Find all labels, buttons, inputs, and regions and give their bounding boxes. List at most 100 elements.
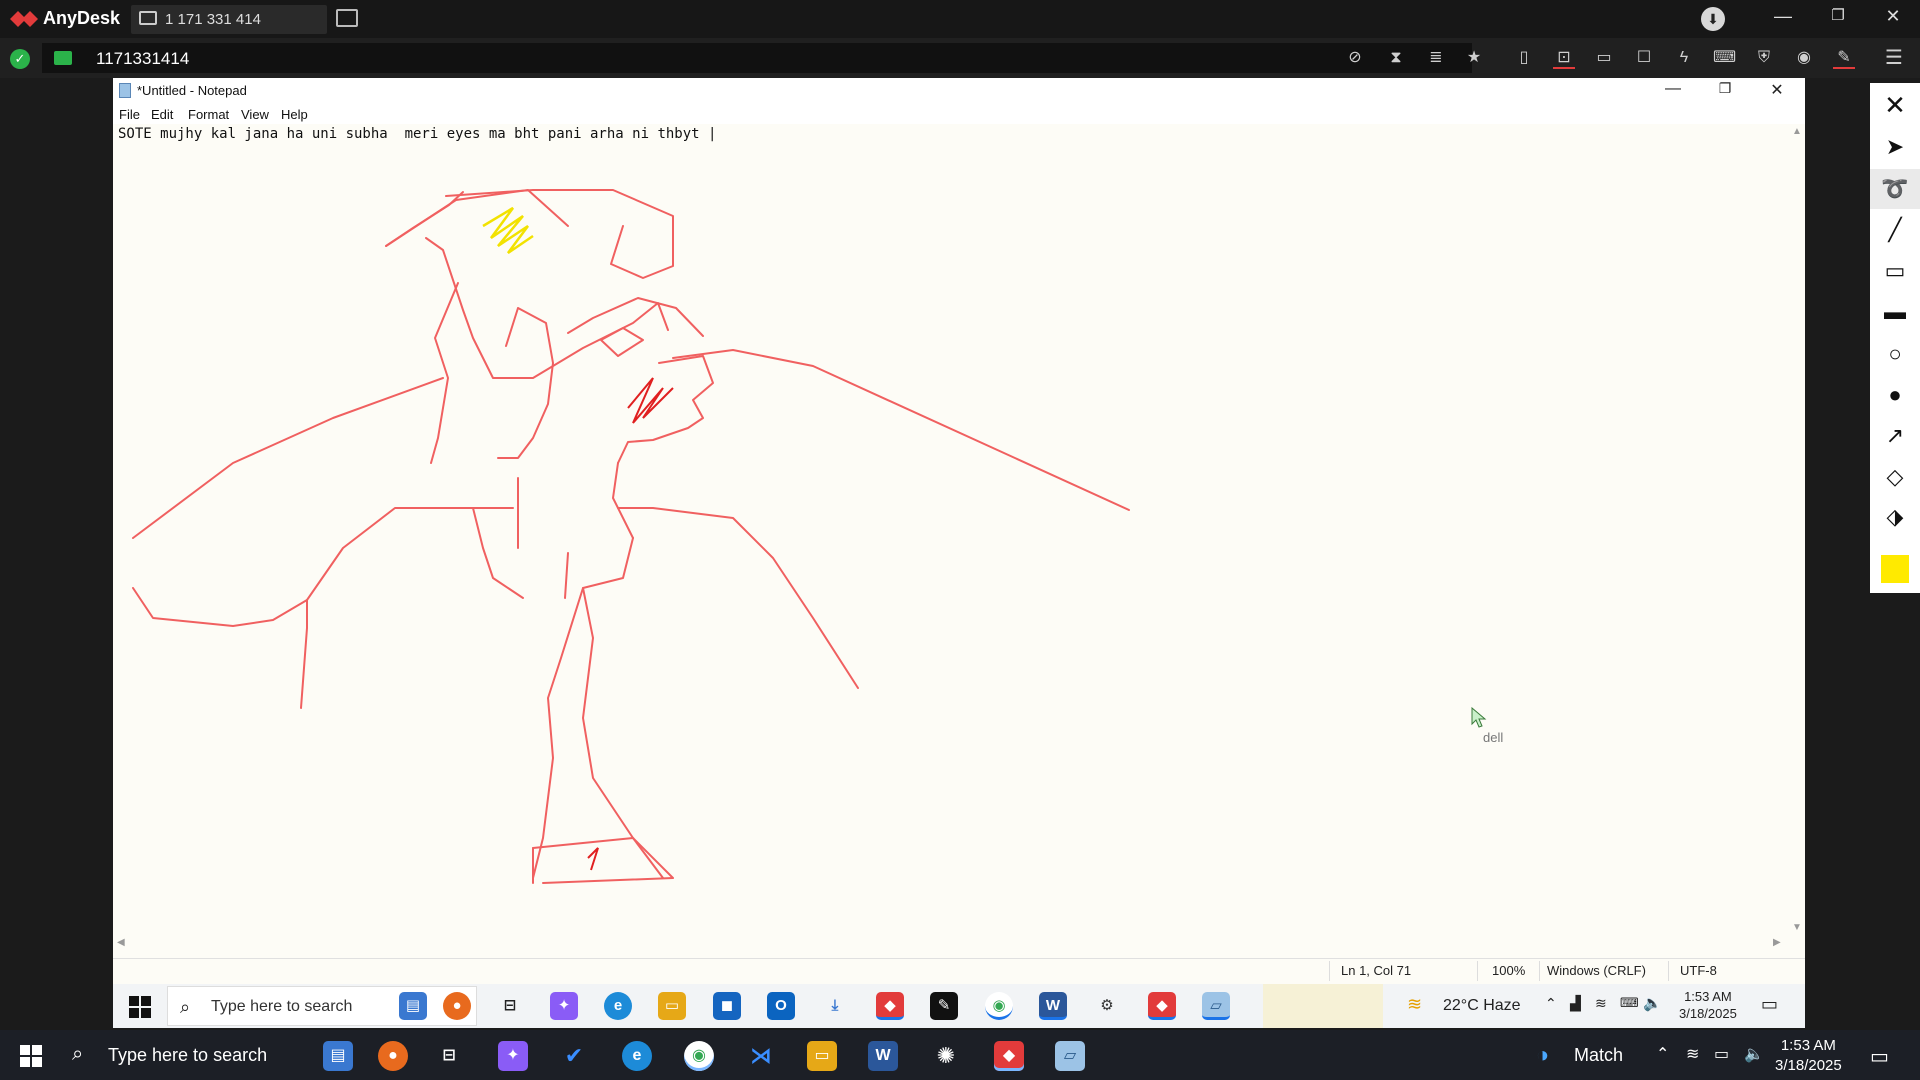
freehand-tool-icon[interactable]: ➰ <box>1870 169 1920 209</box>
notepad-close-button[interactable]: ✕ <box>1762 80 1792 100</box>
anydesk-icon[interactable]: ◆ <box>994 1041 1024 1071</box>
wifi-icon[interactable]: ≋ <box>1595 995 1607 1012</box>
network-signal-icon[interactable]: ▟ <box>1570 995 1581 1012</box>
horizontal-scrollbar[interactable]: ◀ ▶ <box>113 936 1789 952</box>
volume-icon[interactable]: 🔈 <box>1643 994 1662 1012</box>
arrow-tool-icon[interactable]: ↗ <box>1870 416 1920 456</box>
windows-start-icon[interactable] <box>20 1045 42 1067</box>
notepad-restore-button[interactable]: ❐ <box>1710 80 1740 97</box>
circle-tool-icon[interactable]: ○ <box>1870 334 1920 374</box>
vertical-scrollbar[interactable]: ▲ ▼ <box>1789 126 1805 936</box>
scroll-up-icon[interactable]: ▲ <box>1792 126 1802 137</box>
tray-chevron-icon[interactable]: ⌃ <box>1656 1044 1669 1064</box>
keyboard-icon[interactable]: ⌨ <box>1713 47 1736 69</box>
notepad-taskbar-icon[interactable]: ▱ <box>1055 1041 1085 1071</box>
remote-search-box[interactable]: ⌕ Type here to search <box>167 986 477 1026</box>
filled-rectangle-tool-icon[interactable]: ▬ <box>1870 292 1920 332</box>
widgets-app-icon[interactable]: ▤ <box>399 992 427 1020</box>
anydesk-icon[interactable]: ◆ <box>876 992 904 1020</box>
anydesk-icon[interactable]: ◆ <box>1148 992 1176 1020</box>
download-icon[interactable]: ⬇ <box>1701 7 1725 31</box>
address-bar[interactable]: 1171331414 <box>42 43 1472 73</box>
vscode-icon[interactable]: ⋊ <box>746 1041 776 1071</box>
anydesk-logo-icon <box>10 11 38 27</box>
remote-clock[interactable]: 1:53 AM 3/18/2025 <box>1679 988 1737 1022</box>
menu-format[interactable]: Format <box>188 107 229 122</box>
task-view-icon[interactable]: ⊟ <box>496 992 524 1020</box>
chrome-icon[interactable]: ◉ <box>684 1041 714 1071</box>
basketball-icon[interactable]: ● <box>443 992 471 1020</box>
store-icon[interactable]: ◼ <box>713 992 741 1020</box>
hamburger-menu-icon[interactable]: ☰ <box>1883 47 1905 69</box>
word-icon[interactable]: W <box>1039 992 1067 1020</box>
database-icon[interactable]: ≣ <box>1425 47 1447 69</box>
restore-button[interactable]: ❐ <box>1823 6 1853 24</box>
volume-icon[interactable]: 🔈 <box>1744 1044 1764 1064</box>
menu-view[interactable]: View <box>241 107 269 122</box>
close-whiteboard-icon[interactable]: ✕ <box>1870 85 1920 125</box>
downloads-icon[interactable]: ⤓ <box>821 992 849 1020</box>
settings-gear-icon[interactable]: ⚙ <box>1093 992 1121 1020</box>
favorite-star-icon[interactable]: ★ <box>1463 47 1485 69</box>
word-icon[interactable]: W <box>868 1041 898 1071</box>
basketball-icon[interactable]: ● <box>378 1041 408 1071</box>
local-time: 1:53 AM <box>1780 1037 1836 1054</box>
outlook-icon[interactable]: O <box>767 992 795 1020</box>
widgets-app-icon[interactable]: ▤ <box>323 1041 353 1071</box>
minimize-button[interactable]: — <box>1768 6 1798 27</box>
chatgpt-icon[interactable]: ✺ <box>931 1041 961 1071</box>
monitor-select-icon[interactable]: ⊡ <box>1553 47 1575 69</box>
pen-color-swatch[interactable] <box>1881 555 1909 583</box>
display-icon[interactable]: ▭ <box>1593 47 1615 69</box>
remote-weather[interactable]: 22°C Haze <box>1443 997 1521 1015</box>
chrome-icon[interactable]: ◉ <box>985 992 1013 1020</box>
local-search-box[interactable]: ⌕ Type here to search <box>62 1030 312 1080</box>
new-session-icon[interactable] <box>336 9 358 27</box>
todo-check-icon[interactable]: ✔ <box>559 1041 589 1071</box>
task-view-icon[interactable]: ⊟ <box>434 1041 464 1071</box>
tray-chevron-icon[interactable]: ⌃ <box>1545 995 1557 1012</box>
notification-center-icon[interactable]: ▭ <box>1870 1044 1889 1069</box>
edge-icon[interactable]: e <box>604 992 632 1020</box>
permissions-icon[interactable]: ⛨ <box>1753 47 1775 69</box>
pointer-tool-icon[interactable]: ➤ <box>1870 127 1920 167</box>
address-text: 1171331414 <box>96 49 190 68</box>
file-explorer-icon[interactable]: ▭ <box>658 992 686 1020</box>
file-explorer-icon[interactable]: ▭ <box>807 1041 837 1071</box>
windows-start-icon[interactable] <box>129 996 151 1018</box>
line-tool-icon[interactable]: ╱ <box>1870 210 1920 250</box>
notepad-taskbar-icon[interactable]: ▱ <box>1202 992 1230 1020</box>
file-transfer-icon[interactable]: ▯ <box>1513 47 1535 69</box>
whiteboard-pen-icon[interactable]: ✎ <box>1833 47 1855 69</box>
notepad-minimize-button[interactable]: — <box>1658 80 1688 98</box>
notification-icon[interactable]: ▭ <box>1761 994 1778 1015</box>
eraser-tool-icon[interactable]: ◇ <box>1870 457 1920 497</box>
remote-screen[interactable]: *Untitled - Notepad — ❐ ✕ File Edit Form… <box>113 78 1805 1028</box>
copilot-icon[interactable]: ✦ <box>550 992 578 1020</box>
copilot-icon[interactable]: ✦ <box>498 1041 528 1071</box>
privacy-icon[interactable]: ⊘ <box>1344 47 1366 69</box>
session-tab[interactable]: 1 171 331 414 <box>131 5 327 34</box>
menu-file[interactable]: File <box>119 107 140 122</box>
actions-lightning-icon[interactable]: ϟ <box>1673 47 1695 69</box>
scroll-right-icon[interactable]: ▶ <box>1773 937 1781 948</box>
local-clock[interactable]: 1:53 AM 3/18/2025 <box>1775 1036 1842 1076</box>
close-button[interactable]: ✕ <box>1878 6 1908 27</box>
wifi-icon[interactable]: ≋ <box>1686 1044 1699 1064</box>
scroll-down-icon[interactable]: ▼ <box>1792 922 1802 933</box>
notepad-text-area[interactable]: SOTE mujhy kal jana ha uni subha meri ey… <box>118 126 716 142</box>
pen-app-icon[interactable]: ✎ <box>930 992 958 1020</box>
hourglass-icon[interactable]: ⧗ <box>1385 47 1407 69</box>
match-widget[interactable]: Match <box>1574 1045 1623 1066</box>
rectangle-tool-icon[interactable]: ▭ <box>1870 251 1920 291</box>
menu-edit[interactable]: Edit <box>151 107 173 122</box>
scroll-left-icon[interactable]: ◀ <box>117 937 125 948</box>
clear-all-tool-icon[interactable]: ⬗ <box>1870 497 1920 537</box>
ime-icon[interactable]: ⌨ <box>1620 995 1639 1011</box>
battery-icon[interactable]: ▭ <box>1714 1044 1729 1064</box>
menu-help[interactable]: Help <box>281 107 308 122</box>
record-icon[interactable]: ◉ <box>1793 47 1815 69</box>
edge-icon[interactable]: e <box>622 1041 652 1071</box>
chat-icon[interactable]: ☐ <box>1633 47 1655 69</box>
filled-circle-tool-icon[interactable]: ● <box>1870 375 1920 415</box>
